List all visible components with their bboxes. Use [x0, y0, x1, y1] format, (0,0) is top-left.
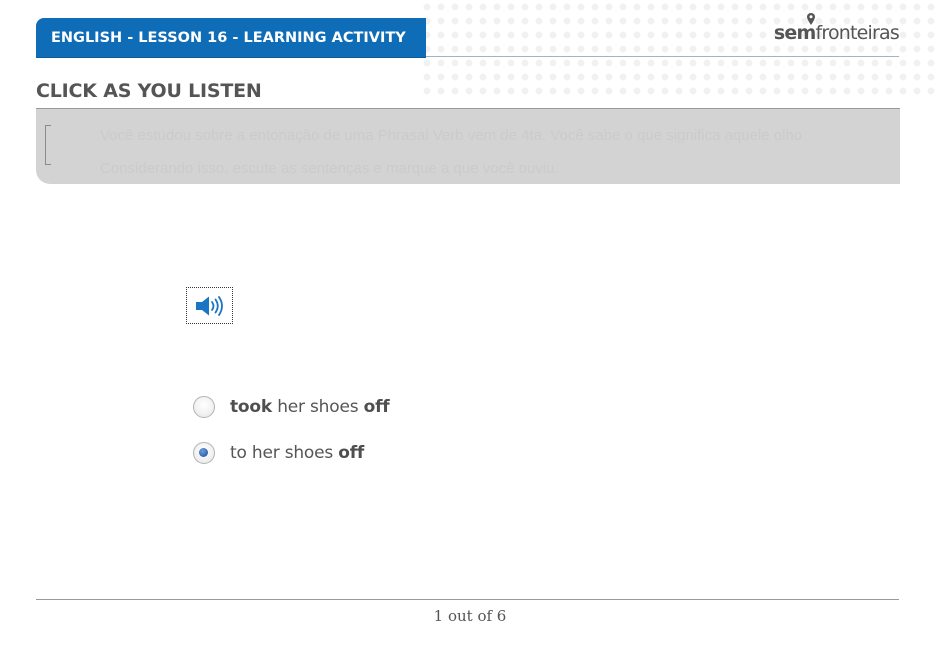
instruction-line-2: Considerando isso, escute as sentenças e… — [100, 160, 559, 177]
instruction-panel: Você estudou sobre a entonação de uma Ph… — [36, 109, 900, 184]
radio-button-1[interactable] — [193, 396, 215, 418]
option-1-middle: her shoes — [272, 397, 364, 417]
instruction-line-1: Você estudou sobre a entonação de uma Ph… — [100, 127, 803, 144]
radio-button-2[interactable] — [193, 442, 215, 464]
header-divider — [426, 56, 899, 57]
instruction-text: Você estudou sobre a entonação de uma Ph… — [100, 119, 890, 185]
header-tab-shadow — [36, 57, 426, 58]
footer-divider — [36, 599, 899, 600]
answer-option-2[interactable]: to her shoes off — [193, 439, 364, 467]
answer-option-1[interactable]: took her shoes off — [193, 393, 390, 421]
speaker-icon — [196, 296, 223, 316]
semfronteiras-logo: semfronteiras — [773, 13, 900, 44]
activity-page: ENGLISH - LESSON 16 - LEARNING ACTIVITY … — [0, 0, 940, 656]
option-2-plain: to her shoes — [230, 443, 339, 463]
lesson-title: ENGLISH - LESSON 16 - LEARNING ACTIVITY — [36, 18, 426, 58]
play-audio-button[interactable] — [186, 287, 233, 324]
answer-option-1-label: took her shoes off — [230, 397, 390, 417]
world-map-background — [420, 0, 940, 100]
answer-option-2-label: to her shoes off — [230, 443, 364, 463]
logo-suffix: fronteiras — [815, 22, 899, 44]
option-1-bold-particle: off — [363, 397, 390, 417]
pagination-indicator: 1 out of 6 — [433, 607, 507, 625]
location-pin-icon — [806, 13, 815, 25]
activity-title: CLICK AS YOU LISTEN — [36, 80, 262, 102]
option-1-bold-verb: took — [230, 397, 272, 417]
bracket-icon — [45, 125, 51, 165]
logo-prefix: sem — [773, 22, 816, 44]
option-2-bold-particle: off — [338, 443, 365, 463]
